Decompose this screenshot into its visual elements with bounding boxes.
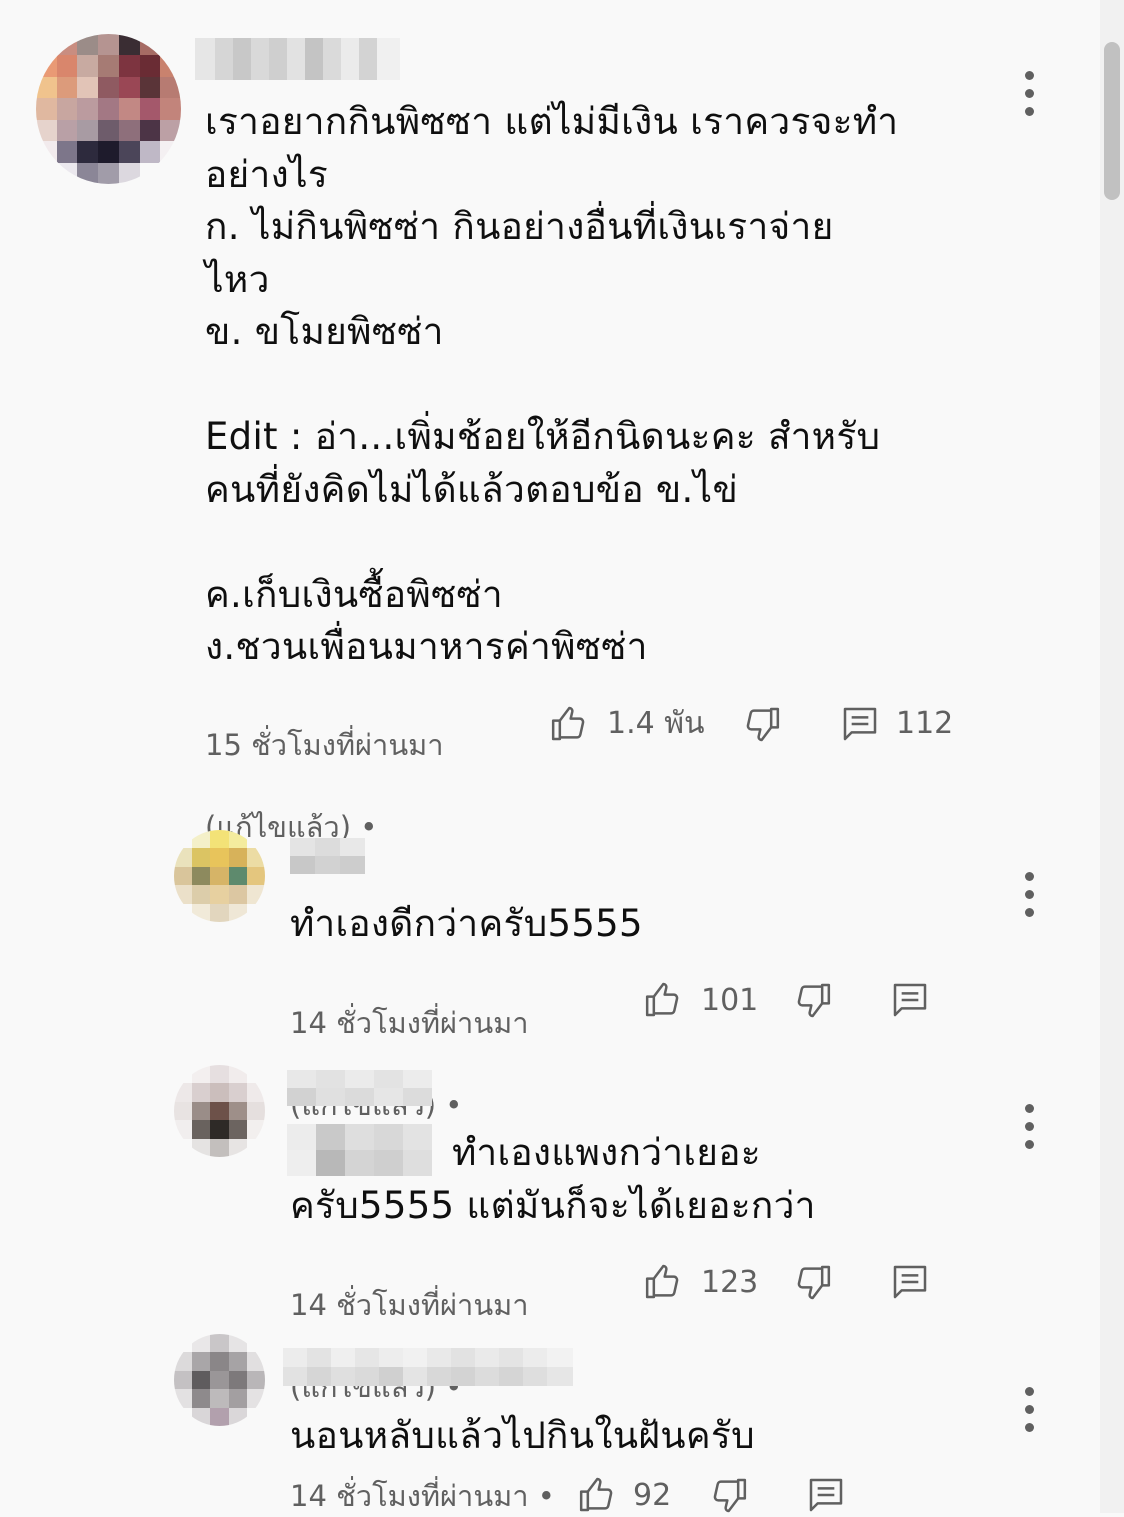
comment-text: ทำเองดีกว่าครับ5555 (290, 902, 643, 945)
scrollbar-track[interactable] (1100, 0, 1124, 1513)
comment-icon[interactable] (840, 704, 880, 744)
comment-icon[interactable] (806, 1475, 846, 1515)
more-vert-icon[interactable] (1023, 71, 1035, 125)
author-name-blurred[interactable] (195, 38, 400, 80)
thumb-down-icon[interactable] (709, 1475, 749, 1515)
author-name-blurred[interactable] (283, 1348, 573, 1386)
thumb-up-icon[interactable] (549, 704, 589, 744)
comment-text-line-1: ทำเองแพงกว่าเยอะ (452, 1131, 761, 1174)
reply-3: นอนหลับแล้วไปกินในฝันครับ 14 ชั่วโมงที่ผ… (0, 1330, 1100, 1513)
mention-blurred[interactable] (287, 1124, 432, 1176)
timestamp-text[interactable]: 14 ชั่วโมงที่ผ่านมา (290, 1285, 610, 1326)
avatar[interactable] (174, 1065, 265, 1157)
more-vert-icon[interactable] (1023, 1387, 1035, 1441)
thumb-down-icon[interactable] (793, 1262, 833, 1302)
more-vert-icon[interactable] (1023, 1104, 1035, 1158)
reply-count: 112 (896, 706, 954, 741)
comment-timestamp[interactable]: 14 ชั่วโมงที่ผ่านมา • (290, 1476, 610, 1517)
avatar[interactable] (36, 34, 181, 184)
thumb-down-icon[interactable] (793, 980, 833, 1020)
timestamp-text[interactable]: 15 ชั่วโมงที่ผ่านมา (205, 725, 525, 766)
reply-1: ทำเองดีกว่าครับ5555 14 ชั่วโมงที่ผ่านมา … (0, 820, 1100, 1122)
thumb-up-icon[interactable] (577, 1475, 617, 1515)
avatar[interactable] (174, 1334, 265, 1426)
scrollbar-thumb[interactable] (1104, 42, 1120, 200)
thumb-up-icon[interactable] (643, 1262, 683, 1302)
thumb-up-icon[interactable] (643, 980, 683, 1020)
like-count: 101 (701, 983, 759, 1018)
comment-text: นอนหลับแล้วไปกินในฝันครับ (290, 1414, 755, 1457)
like-count: 92 (633, 1478, 672, 1513)
thumb-down-icon[interactable] (742, 704, 782, 744)
comment-text: เราอยากกินพิซซา แต่ไม่มีเงิน เราควรจะทำ … (205, 100, 899, 668)
more-vert-icon[interactable] (1023, 872, 1035, 926)
comment-icon[interactable] (890, 980, 930, 1020)
like-count: 1.4 พัน (607, 706, 705, 741)
comment-icon[interactable] (890, 1262, 930, 1302)
reply-2: ทำเองแพงกว่าเยอะ ครับ5555 แต่มันก็จะได้เ… (0, 1060, 1100, 1404)
timestamp-text[interactable]: 14 ชั่วโมงที่ผ่านมา (290, 1003, 610, 1044)
comment-text-line-2: ครับ5555 แต่มันก็จะได้เยอะกว่า (290, 1184, 816, 1227)
like-count: 123 (701, 1265, 759, 1300)
author-name-blurred[interactable] (290, 838, 365, 874)
avatar[interactable] (174, 830, 265, 922)
comment-thread-1: เราอยากกินพิซซา แต่ไม่มีเงิน เราควรจะทำ … (0, 0, 1100, 844)
author-name-blurred[interactable] (287, 1070, 432, 1106)
